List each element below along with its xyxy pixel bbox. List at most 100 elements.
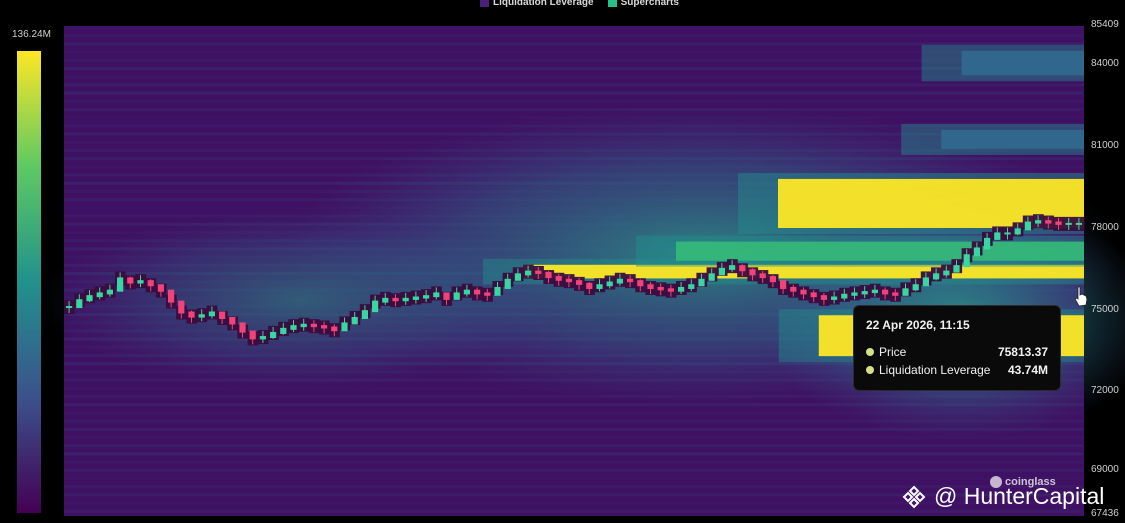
- heat-stripe: [64, 436, 1084, 439]
- candle-body: [718, 267, 725, 276]
- candle-body: [647, 284, 654, 289]
- legend-item-liquidation-leverage[interactable]: Liquidation Leverage: [480, 0, 594, 8]
- heat-stripe: [64, 395, 1084, 398]
- heat-stripe: [64, 477, 1084, 480]
- y-tick-label: 72000: [1091, 385, 1119, 396]
- tooltip-value: 43.74M: [1007, 363, 1048, 377]
- candle-body: [739, 265, 746, 272]
- candle-body: [157, 284, 164, 292]
- heat-stripe: [64, 419, 1084, 423]
- author-credit: @ HunterCapital: [902, 483, 1104, 510]
- candle-body: [219, 311, 226, 319]
- heat-stripe: [64, 411, 1084, 415]
- candle-body: [810, 292, 817, 298]
- candle-body: [127, 277, 134, 284]
- heat-stripe: [64, 26, 1084, 29]
- candle-body: [780, 280, 787, 289]
- candle-body: [443, 292, 450, 300]
- candle-body: [565, 278, 572, 283]
- y-tick-label: 81000: [1091, 140, 1119, 151]
- legend-label: Liquidation Leverage: [493, 0, 594, 8]
- candle-body: [321, 325, 328, 329]
- heat-stripe: [64, 91, 1084, 95]
- candle-body: [106, 289, 113, 295]
- heat-stripe: [64, 165, 1084, 169]
- candle-body: [474, 289, 481, 295]
- candle-body: [708, 273, 715, 281]
- candle-body: [841, 293, 848, 299]
- candle-body: [310, 323, 317, 328]
- candle-body: [596, 284, 603, 289]
- heat-band: [676, 241, 1084, 261]
- candle-body: [831, 296, 838, 300]
- candle-body: [351, 316, 358, 325]
- candle-body: [168, 289, 175, 303]
- candle-body: [433, 292, 440, 298]
- candle-body: [729, 265, 736, 270]
- candle-body: [912, 284, 919, 291]
- legend-swatch-icon: [607, 0, 617, 7]
- y-tick-label: 84000: [1091, 58, 1119, 69]
- candle-body: [616, 278, 623, 284]
- candle-body: [331, 326, 338, 332]
- candle-body: [76, 299, 83, 309]
- candle-body: [1075, 222, 1082, 225]
- legend-item-supercharts[interactable]: Supercharts: [607, 0, 679, 8]
- y-tick-label: 69000: [1091, 464, 1119, 475]
- candle-body: [423, 295, 430, 299]
- candle-body: [453, 292, 460, 300]
- candle-body: [1065, 222, 1072, 225]
- color-scale-bar: [17, 51, 41, 513]
- candle-body: [504, 278, 511, 289]
- legend-swatch-icon: [480, 0, 489, 7]
- candle-body: [994, 232, 1001, 240]
- candle-body: [86, 295, 93, 302]
- heat-stripe: [64, 108, 1084, 111]
- candle-body: [249, 330, 256, 340]
- candle-body: [1045, 220, 1052, 224]
- candle-body: [882, 289, 889, 295]
- candle-body: [678, 286, 685, 292]
- y-tick-label: 85409: [1091, 19, 1119, 30]
- candle-body: [198, 314, 205, 318]
- candle-body: [1035, 220, 1042, 224]
- candle-body: [637, 280, 644, 287]
- candle-body: [820, 295, 827, 300]
- candle-body: [341, 322, 348, 332]
- candle-body: [892, 292, 899, 296]
- candle-body: [790, 286, 797, 292]
- hand-cursor-icon: [1074, 286, 1088, 307]
- candle-body: [259, 336, 266, 340]
- candle-body: [667, 288, 674, 292]
- series-dot-icon: [866, 348, 874, 356]
- candle-body: [698, 278, 705, 287]
- candle-body: [147, 280, 154, 287]
- candle-body: [902, 288, 909, 296]
- y-tick-label: 75000: [1091, 304, 1119, 315]
- candle-body: [576, 280, 583, 285]
- candle-body: [973, 247, 980, 257]
- candle-body: [984, 237, 991, 250]
- candle-body: [586, 282, 593, 289]
- heat-stripe: [64, 444, 1084, 448]
- candle-body: [922, 277, 929, 287]
- candle-body: [688, 284, 695, 289]
- candle-body: [382, 297, 389, 303]
- credit-text: @ HunterCapital: [934, 483, 1105, 509]
- heat-stripe: [64, 34, 1084, 38]
- candle-body: [1004, 232, 1011, 235]
- candle-body: [290, 325, 297, 330]
- heat-stripe: [64, 509, 1084, 513]
- color-scale-max-label: 136.24M: [12, 29, 51, 40]
- candle-body: [208, 311, 215, 317]
- candle-body: [953, 265, 960, 273]
- candle-body: [769, 276, 776, 283]
- heat-stripe: [64, 468, 1084, 472]
- candle-body: [188, 311, 195, 318]
- candle-body: [871, 289, 878, 294]
- heat-stripe: [64, 427, 1084, 431]
- heat-stripe: [64, 403, 1084, 407]
- candle-body: [1024, 221, 1031, 231]
- candle-body: [178, 300, 185, 314]
- candle-body: [851, 292, 858, 296]
